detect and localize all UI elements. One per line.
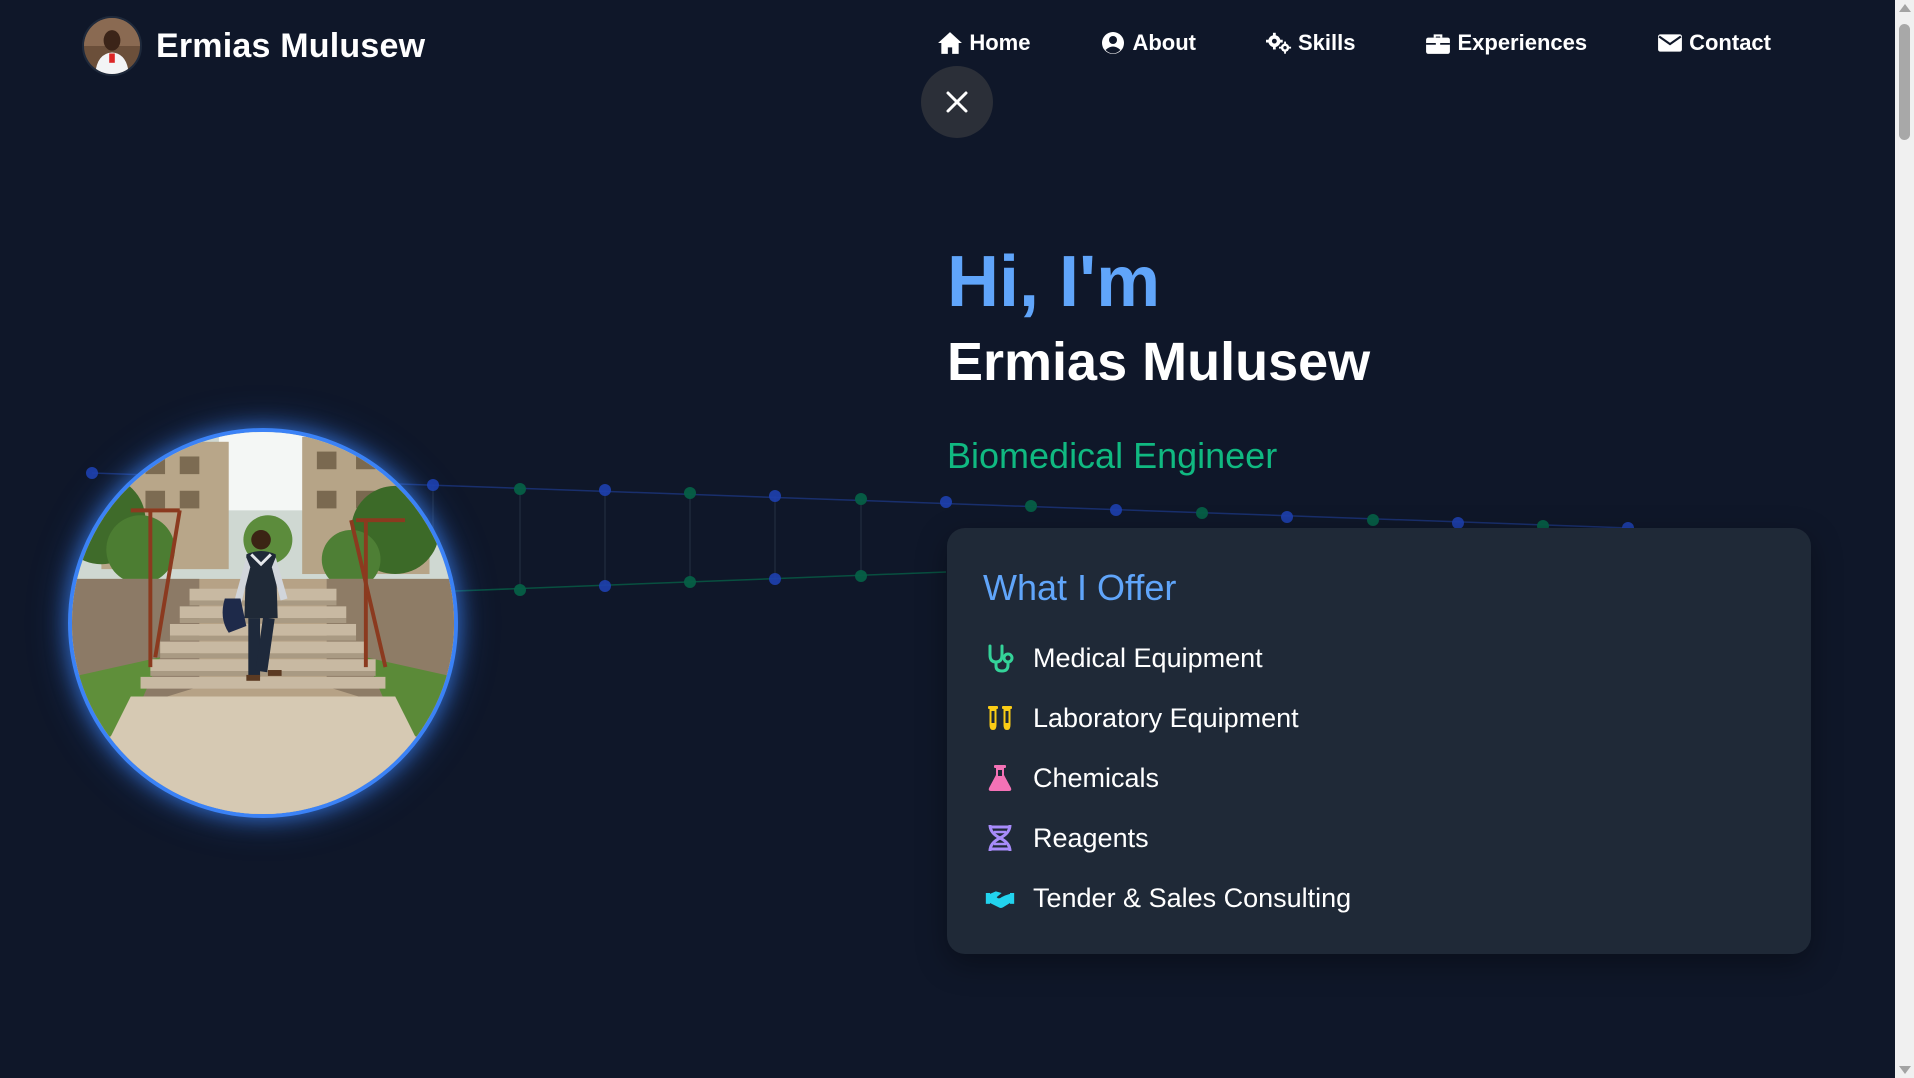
nav-home-label: Home xyxy=(969,30,1031,55)
brand-avatar xyxy=(82,16,142,76)
offer-item-label: Chemicals xyxy=(1033,762,1160,793)
handshake-icon xyxy=(983,882,1017,914)
offer-item-label: Tender & Sales Consulting xyxy=(1033,882,1352,913)
flask-icon xyxy=(983,762,1017,794)
offer-item-label: Laboratory Equipment xyxy=(1033,702,1299,733)
offer-item-reagents: Reagents xyxy=(983,808,1775,868)
offer-card: What I Offer Medical Equipment Laborator… xyxy=(947,528,1811,954)
offer-item-label: Reagents xyxy=(1033,822,1149,853)
hero-name: Ermias Mulusew xyxy=(947,332,1371,392)
user-circle-icon xyxy=(1102,32,1125,54)
home-icon xyxy=(938,32,963,54)
profile-photo xyxy=(68,428,458,818)
hero-role: Biomedical Engineer xyxy=(947,435,1278,476)
gears-icon xyxy=(1265,32,1292,54)
scroll-down-arrow-icon[interactable] xyxy=(1899,1066,1911,1074)
hero-greeting: Hi, I'm xyxy=(947,242,1161,322)
page-scrollbar[interactable] xyxy=(1895,0,1914,1078)
nav-experiences-label: Experiences xyxy=(1457,30,1588,55)
nav-home[interactable]: Home xyxy=(937,30,1030,56)
nav-contact[interactable]: Contact xyxy=(1657,30,1771,56)
nav-about[interactable]: About xyxy=(1100,30,1196,56)
nav-about-label: About xyxy=(1132,30,1196,55)
nav-contact-label: Contact xyxy=(1689,30,1771,55)
nav-links: Home About Skills Experiences Contact xyxy=(937,30,1771,56)
scroll-thumb[interactable] xyxy=(1899,24,1910,140)
brand[interactable]: Ermias Mulusew xyxy=(82,16,425,76)
hero: Hi, I'm Ermias Mulusew Biomedical Engine… xyxy=(947,240,1370,478)
offer-title: What I Offer xyxy=(983,567,1177,608)
dna-icon xyxy=(983,822,1017,854)
nav-skills-label: Skills xyxy=(1297,30,1356,55)
briefcase-icon xyxy=(1426,34,1451,54)
close-menu-button[interactable] xyxy=(921,66,993,138)
avatar-portrait-icon xyxy=(84,18,140,74)
page: Ermias Mulusew Home About Skills Experie… xyxy=(0,0,1914,1078)
nav-skills[interactable]: Skills xyxy=(1265,30,1356,56)
close-icon xyxy=(946,91,968,113)
offer-item-chemicals: Chemicals xyxy=(983,748,1775,808)
offer-item-medical-equipment: Medical Equipment xyxy=(983,628,1775,688)
profile-photo-image xyxy=(72,432,454,814)
offer-item-tender-sales-consulting: Tender & Sales Consulting xyxy=(983,868,1775,928)
nav-experiences[interactable]: Experiences xyxy=(1425,30,1587,56)
test-tubes-icon xyxy=(983,702,1017,734)
brand-name: Ermias Mulusew xyxy=(156,26,426,65)
offer-item-label: Medical Equipment xyxy=(1033,642,1263,673)
offer-list: Medical Equipment Laboratory Equipment C… xyxy=(983,628,1775,928)
offer-item-laboratory-equipment: Laboratory Equipment xyxy=(983,688,1775,748)
scroll-up-arrow-icon[interactable] xyxy=(1899,4,1911,12)
envelope-icon xyxy=(1658,34,1683,52)
stethoscope-icon xyxy=(983,642,1017,674)
